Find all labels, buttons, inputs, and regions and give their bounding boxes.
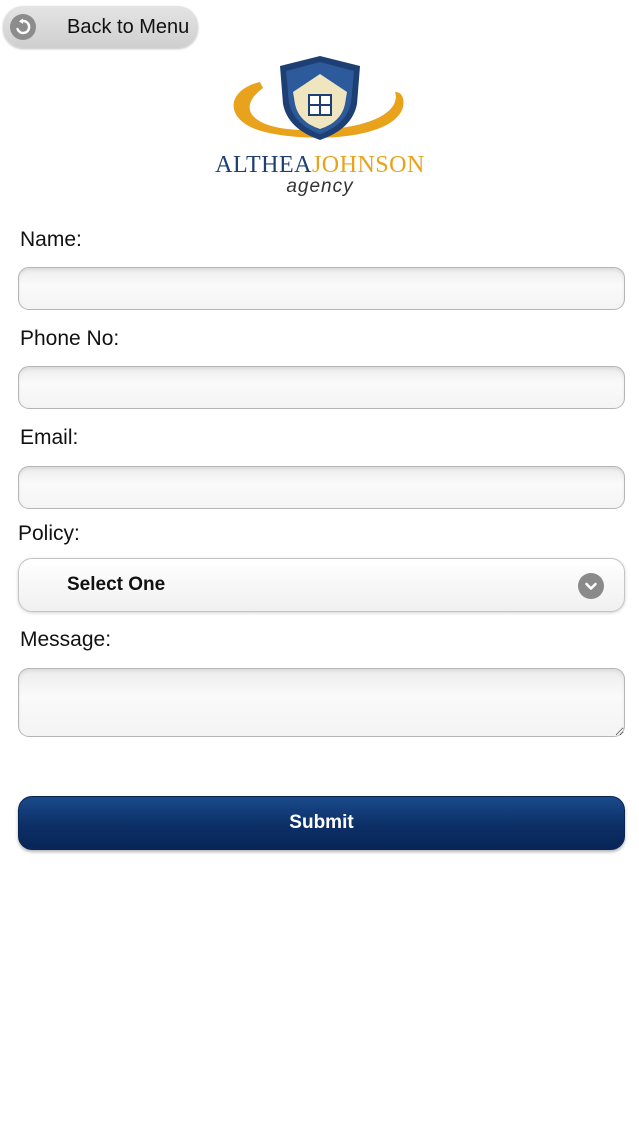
name-label: Name: [20,228,82,251]
policy-selected-value: Select One [67,574,166,595]
back-arrow-icon [10,14,36,40]
logo-subtitle: agency [286,176,354,197]
email-label: Email: [20,426,79,449]
email-input[interactable] [18,466,625,509]
phone-input[interactable] [18,366,625,409]
chevron-down-icon [578,573,604,599]
name-input[interactable] [18,267,625,310]
contact-form-page: Back to Menu ALTHEAJOHNSON agency Name: … [0,0,639,1136]
phone-label: Phone No: [20,327,120,350]
message-label: Message: [20,628,112,651]
agency-logo: ALTHEAJOHNSON agency [205,52,435,200]
shield-house-icon [233,56,404,140]
back-to-menu-button[interactable]: Back to Menu [3,6,198,48]
policy-label: Policy: [18,522,80,545]
message-textarea[interactable] [18,668,625,737]
submit-button[interactable]: Submit [18,796,625,850]
logo-wordmark: ALTHEAJOHNSON [215,152,425,178]
back-to-menu-label: Back to Menu [67,15,190,38]
policy-select[interactable]: Select One [18,558,625,612]
